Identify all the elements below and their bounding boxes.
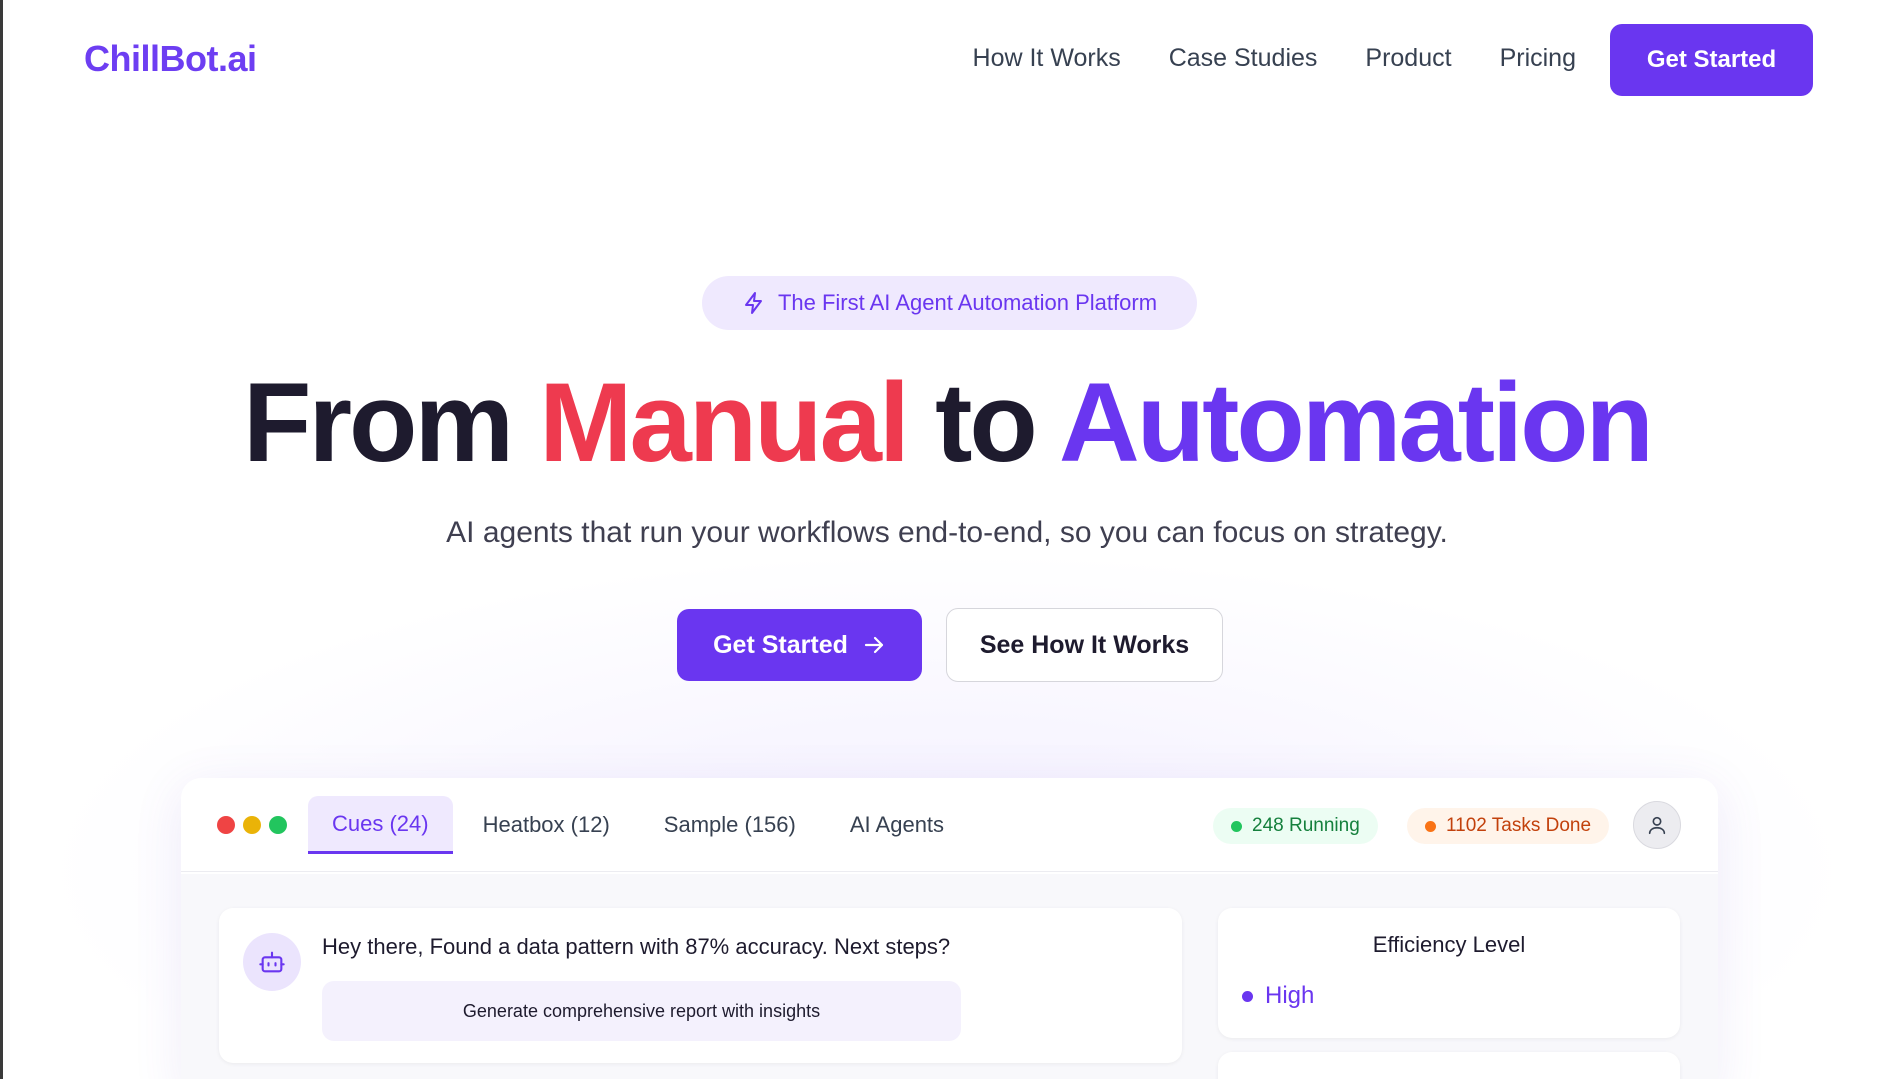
minimize-dot[interactable] bbox=[243, 816, 261, 834]
get-started-button[interactable]: Get Started bbox=[677, 609, 922, 681]
hero-subtitle: AI agents that run your workflows end-to… bbox=[446, 516, 1448, 549]
hero-badge: The First AI Agent Automation Platform bbox=[702, 276, 1197, 330]
headline-from: From bbox=[243, 360, 514, 485]
dashboard-toolbar: Cues (24) Heatbox (12) Sample (156) AI A… bbox=[181, 778, 1718, 872]
running-label: 248 Running bbox=[1252, 815, 1360, 836]
efficiency-dot bbox=[1242, 990, 1253, 1002]
dashboard-preview: Cues (24) Heatbox (12) Sample (156) AI A… bbox=[181, 778, 1718, 1079]
arrow-right-icon bbox=[864, 636, 883, 654]
get-started-nav-button[interactable]: Get Started bbox=[1610, 24, 1813, 96]
robot-icon bbox=[259, 951, 285, 973]
bot-avatar bbox=[243, 933, 301, 991]
site-header: ChillBot.ai How It Works Case Studies Pr… bbox=[0, 0, 1894, 120]
nav-link-how-it-works[interactable]: How It Works bbox=[973, 44, 1121, 73]
nav-link-product[interactable]: Product bbox=[1365, 44, 1451, 73]
nav-link-pricing[interactable]: Pricing bbox=[1500, 44, 1576, 73]
tab-cues[interactable]: Cues (24) bbox=[308, 796, 453, 854]
main-nav: How It Works Case Studies Product Pricin… bbox=[973, 44, 1576, 73]
badge-text: The First AI Agent Automation Platform bbox=[777, 290, 1158, 315]
running-status-badge: 248 Running bbox=[1213, 808, 1378, 844]
efficiency-value: High bbox=[1242, 982, 1314, 1010]
headline-manual: Manual bbox=[539, 360, 910, 485]
chat-suggestion-button[interactable]: Generate comprehensive report with insig… bbox=[322, 981, 961, 1041]
lightning-icon bbox=[744, 292, 762, 314]
nav-link-case-studies[interactable]: Case Studies bbox=[1169, 44, 1318, 73]
chat-card: Hey there, Found a data pattern with 87%… bbox=[219, 908, 1182, 1063]
tab-heatbox[interactable]: Heatbox (12) bbox=[459, 796, 634, 854]
efficiency-value-label: High bbox=[1265, 982, 1315, 1009]
tasks-done-badge: 1102 Tasks Done bbox=[1407, 808, 1610, 844]
efficiency-title: Efficiency Level bbox=[1372, 932, 1526, 957]
hero-headline: From Manual to Automation bbox=[0, 358, 1894, 488]
see-how-it-works-button[interactable]: See How It Works bbox=[946, 608, 1223, 682]
user-avatar[interactable] bbox=[1633, 801, 1681, 849]
tasks-done-label: 1102 Tasks Done bbox=[1446, 815, 1592, 836]
headline-automation: Automation bbox=[1058, 360, 1654, 485]
running-dot bbox=[1231, 820, 1242, 832]
efficiency-card: Efficiency Level High bbox=[1218, 908, 1680, 1038]
maximize-dot[interactable] bbox=[269, 816, 287, 834]
get-started-label: Get Started bbox=[713, 630, 848, 659]
dashboard-tabs: Cues (24) Heatbox (12) Sample (156) AI A… bbox=[308, 796, 974, 854]
logo[interactable]: ChillBot.ai bbox=[84, 38, 257, 80]
window-controls bbox=[217, 816, 287, 834]
tab-sample[interactable]: Sample (156) bbox=[640, 796, 820, 854]
headline-to: to bbox=[935, 360, 1038, 485]
user-icon bbox=[1648, 816, 1666, 835]
secondary-card bbox=[1218, 1052, 1680, 1079]
chat-message: Hey there, Found a data pattern with 87%… bbox=[322, 934, 951, 959]
tasks-dot bbox=[1425, 820, 1436, 832]
close-dot[interactable] bbox=[217, 816, 235, 834]
tab-ai-agents[interactable]: AI Agents bbox=[826, 796, 968, 854]
dashboard-body: Hey there, Found a data pattern with 87%… bbox=[181, 874, 1718, 1079]
